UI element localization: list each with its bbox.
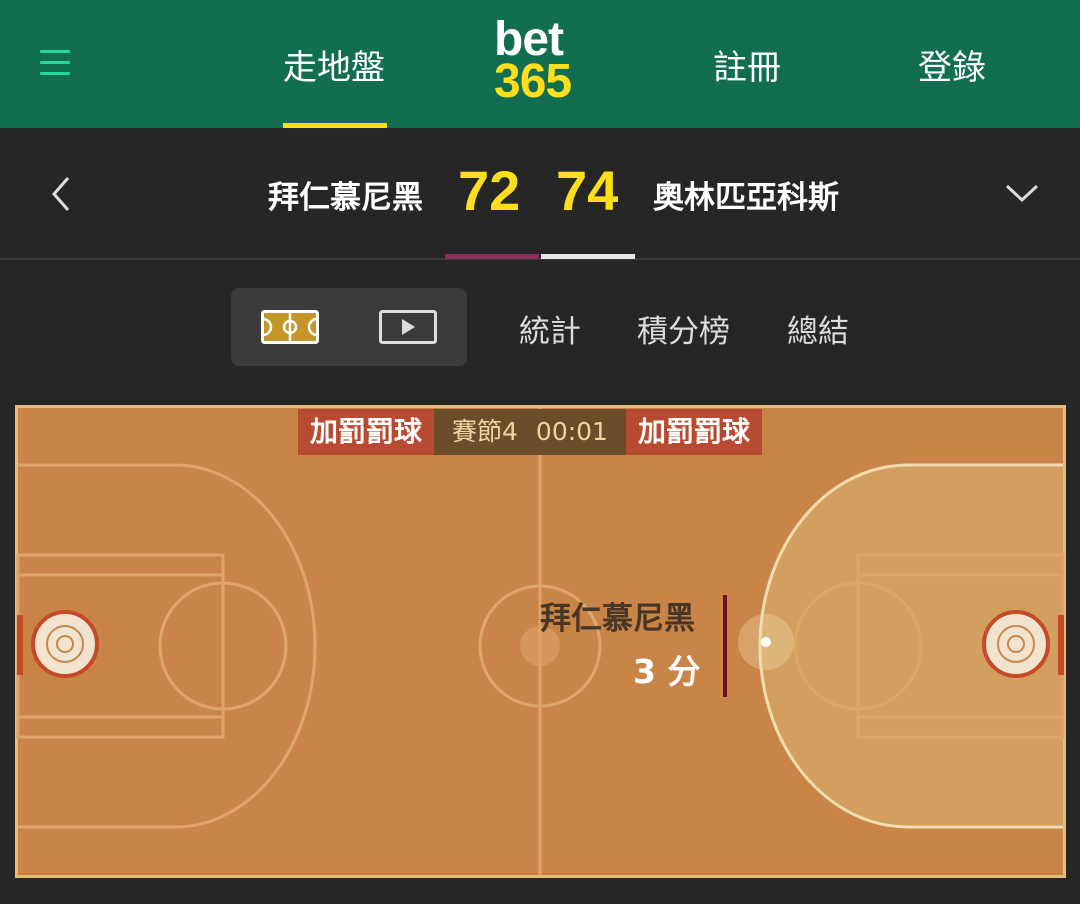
away-team-name: 奧林匹亞科斯 — [653, 180, 839, 216]
event-label-right: 加罰罰球 — [625, 409, 762, 455]
bet365-logo[interactable]: bet 365 — [494, 13, 590, 108]
top-header: 走地盤 bet 365 註冊 登錄 — [0, 0, 1080, 128]
play-team-name: 拜仁慕尼黑 — [540, 601, 695, 637]
play-points: 3 分 — [633, 652, 701, 691]
away-score: 74 — [556, 159, 619, 222]
match-tabs: 統計 積分榜 總結 — [0, 262, 1080, 390]
view-toggle — [231, 288, 467, 366]
back-chevron-icon[interactable] — [46, 174, 76, 214]
game-clock: 賽節4 00:01 — [434, 409, 626, 455]
tab-summary[interactable]: 總結 — [787, 306, 849, 351]
away-team-color-bar — [541, 254, 635, 259]
bottom-strip — [0, 890, 1080, 904]
court-icon[interactable] — [261, 310, 319, 344]
logo-text-bottom: 365 — [494, 55, 572, 108]
register-link[interactable]: 註冊 — [713, 40, 781, 89]
basketball-court — [15, 405, 1066, 878]
home-team-name: 拜仁慕尼黑 — [268, 180, 423, 216]
play-marker — [723, 595, 727, 697]
hamburger-menu-icon[interactable] — [40, 50, 70, 76]
clock-time: 00:01 — [535, 417, 608, 446]
tab-stats[interactable]: 統計 — [519, 306, 581, 351]
home-team-color-bar — [445, 254, 539, 259]
chevron-down-icon[interactable] — [1004, 178, 1040, 208]
login-link[interactable]: 登錄 — [918, 40, 986, 89]
court-visualization: 加罰罰球 賽節4 00:01 加罰罰球 拜仁慕尼黑 3 分 — [15, 405, 1066, 878]
play-video-icon[interactable] — [379, 310, 437, 344]
event-label-left: 加罰罰球 — [298, 409, 435, 455]
tab-standings[interactable]: 積分榜 — [637, 306, 730, 351]
scoreboard: 拜仁慕尼黑 72 74 奧林匹亞科斯 — [0, 128, 1080, 260]
home-score: 72 — [458, 159, 521, 222]
quarter-label: 賽節4 — [452, 417, 518, 446]
event-banner: 加罰罰球 賽節4 00:01 加罰罰球 — [298, 409, 762, 455]
nav-inplay[interactable]: 走地盤 — [283, 40, 385, 89]
